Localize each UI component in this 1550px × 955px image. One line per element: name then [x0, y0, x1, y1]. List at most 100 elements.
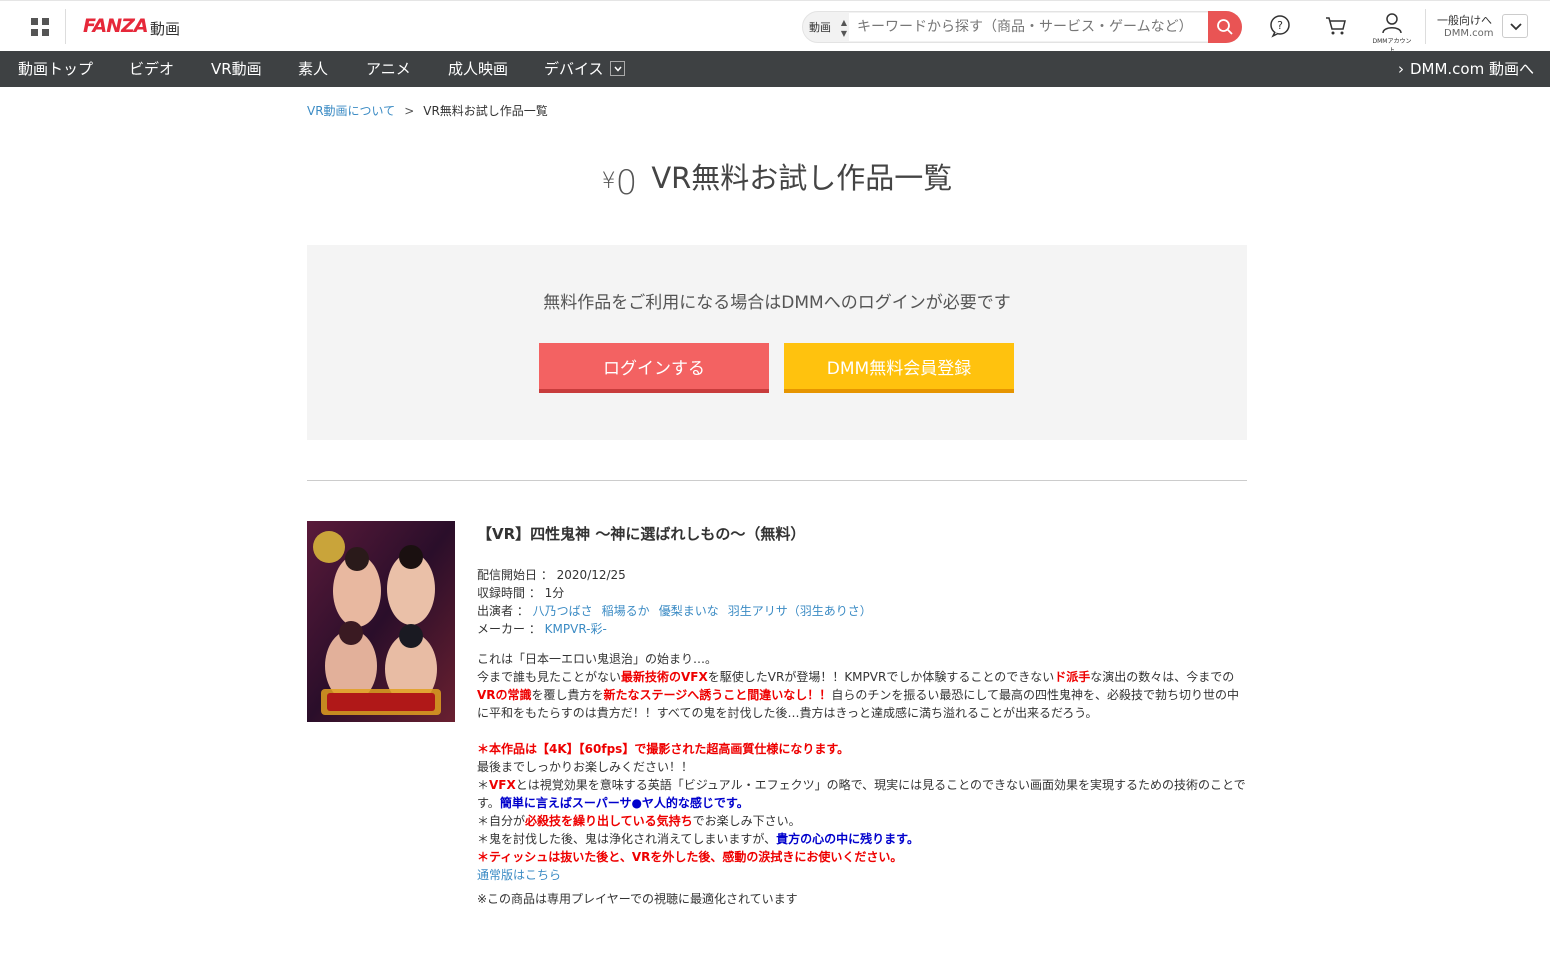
- description-line: ＊自分が必殺技を繰り出している気持ちでお楽しみ下さい。: [477, 812, 801, 829]
- release-date-label: 配信開始日 ：: [477, 568, 553, 582]
- nav-item-vr[interactable]: VR動画: [211, 51, 262, 87]
- nav-item-anime[interactable]: アニメ: [366, 51, 411, 87]
- desc-text: とは視覚効果を意味する英語「ビジュアル・エフェクツ」の略で、現実には見ることので…: [515, 778, 1246, 792]
- chevron-down-icon: [1510, 23, 1522, 31]
- site-header: FANZA 動画 動画 ▲▼ ? DMMアカウント 一般向けへ DMM.com: [0, 0, 1550, 54]
- release-date-row: 配信開始日 ： 2020/12/25: [477, 566, 626, 583]
- main-nav: 動画トップ ビデオ VR動画 素人 アニメ 成人映画 デバイス › DMM.com…: [0, 51, 1550, 87]
- desc-text: 自らのチンを振るい最恐にして最高の四性鬼神を、必殺技で勃ち切り世の中: [831, 688, 1239, 702]
- maker-link[interactable]: KMPVR-彩-: [545, 622, 607, 636]
- desc-text: 今まで誰も見たことがない: [477, 670, 622, 684]
- nav-item-devices[interactable]: デバイス: [544, 51, 625, 87]
- desc-bullet: ＊: [477, 742, 490, 756]
- description-line: に平和をもたらすのは貴方だ！！すべての鬼を討伐した後…貴方はきっと達成感に満ち溢…: [477, 706, 1098, 720]
- player-note: ※この商品は専用プレイヤーでの視聴に最適化されています: [477, 892, 798, 906]
- dmm-video-link-label: DMM.com 動画へ: [1409, 60, 1534, 78]
- login-required-panel: 無料作品をご利用になる場合はDMMへのログインが必要です ログインする DMM無…: [307, 245, 1247, 440]
- updown-arrows-icon: ▲ ▼: [840, 18, 847, 38]
- duration-row: 収録時間 ： 1分: [477, 584, 564, 601]
- search-category-select[interactable]: 動画 ▲ ▼: [809, 17, 849, 39]
- description-line: す。簡単に言えばスーパーサ●ヤ人的な感じです。: [477, 794, 749, 811]
- product-thumbnail[interactable]: [307, 521, 455, 722]
- maker-row: メーカー ： KMPVR-彩-: [477, 620, 616, 637]
- cast-label: 出演者 ：: [477, 604, 529, 618]
- cast-link[interactable]: 羽生アリサ（羽生ありさ）: [728, 604, 872, 618]
- zero-price: 0: [615, 163, 638, 203]
- desc-text: ＊自分が: [477, 814, 526, 828]
- description-line: VRの常識を覆し貴方を新たなステージへ誘うこと間違いなし！！自らのチンを振るい最…: [477, 686, 1239, 703]
- breadcrumb: VR動画について > VR無料お試し作品一覧: [307, 102, 548, 119]
- search-input[interactable]: [849, 13, 1209, 41]
- description-line: ＊VFXとは視覚効果を意味する英語「ビジュアル・エフェクツ」の略で、現実には見る…: [477, 776, 1246, 793]
- cart-icon[interactable]: [1324, 14, 1348, 38]
- desc-bullet: ＊: [477, 850, 490, 864]
- nav-item-adult-film[interactable]: 成人映画: [448, 51, 508, 87]
- region-site-label[interactable]: DMM.com: [1444, 28, 1494, 39]
- desc-highlight: ティッシュは抜いた後と、VRを外した後、感動の涙拭きにお使いください。: [489, 850, 903, 864]
- header-divider: [1425, 9, 1426, 44]
- breadcrumb-parent-link[interactable]: VR動画について: [307, 104, 395, 118]
- region-switch-label[interactable]: 一般向けへ: [1437, 12, 1492, 28]
- login-button[interactable]: ログインする: [539, 343, 769, 393]
- desc-highlight: 貴方の心の中に残ります。: [776, 832, 919, 846]
- apps-grid-icon[interactable]: [31, 18, 49, 36]
- cast-row: 出演者 ： 八乃つばさ 稲場るか 優梨まいな 羽生アリサ（羽生ありさ）: [477, 602, 881, 619]
- description-line: ＊鬼を討伐した後、鬼は浄化され消えてしまいますが、貴方の心の中に残ります。: [477, 830, 919, 847]
- yen-symbol: ¥: [601, 169, 616, 194]
- release-date-value: 2020/12/25: [556, 568, 626, 582]
- section-divider: [307, 480, 1247, 481]
- desc-text: を覆し貴方を: [531, 688, 604, 702]
- description-line: 最後までしっかりお楽しみください！！: [477, 760, 694, 774]
- cast-link[interactable]: 稲場るか: [602, 604, 650, 618]
- desc-highlight: VRの常識: [477, 688, 532, 702]
- breadcrumb-current: VR無料お試し作品一覧: [423, 104, 548, 118]
- cast-link[interactable]: 八乃つばさ: [533, 604, 593, 618]
- register-button[interactable]: DMM無料会員登録: [784, 343, 1014, 393]
- desc-text: を駆使したVRが登場！！KMPVRでしか体験することのできない: [707, 670, 1055, 684]
- header-divider: [65, 9, 66, 44]
- desc-highlight: 簡単に言えばスーパーサ●ヤ人的な感じです。: [499, 796, 749, 810]
- help-chat-icon[interactable]: ?: [1268, 14, 1292, 38]
- search-icon: [1217, 19, 1233, 35]
- desc-bullet: ＊: [477, 778, 490, 792]
- page-heading: ¥0 VR無料お試し作品一覧: [307, 155, 1247, 203]
- svg-text:?: ?: [1277, 19, 1283, 32]
- nav-item-devices-label: デバイス: [544, 60, 604, 78]
- account-icon[interactable]: [1380, 11, 1404, 35]
- desc-text: ＊鬼を討伐した後、鬼は浄化され消えてしまいますが、: [477, 832, 777, 846]
- desc-highlight: VFX: [489, 778, 516, 792]
- search-bar: 動画 ▲ ▼: [802, 11, 1242, 43]
- fanza-logo[interactable]: FANZA: [83, 15, 149, 37]
- desc-highlight: ド派手: [1054, 670, 1091, 684]
- dmm-video-link[interactable]: › DMM.com 動画へ: [1398, 51, 1534, 87]
- desc-highlight: 最新技術のVFX: [621, 670, 708, 684]
- regular-version-link[interactable]: 通常版はこちら: [477, 866, 561, 883]
- description-line: ＊ティッシュは抜いた後と、VRを外した後、感動の涙拭きにお使いください。: [477, 848, 902, 865]
- login-required-message: 無料作品をご利用になる場合はDMMへのログインが必要です: [543, 293, 1011, 313]
- cast-link[interactable]: 優梨まいな: [659, 604, 719, 618]
- region-dropdown-button[interactable]: [1502, 14, 1528, 38]
- nav-item-video[interactable]: ビデオ: [129, 51, 174, 87]
- search-button[interactable]: [1208, 11, 1242, 43]
- desc-highlight: 新たなステージへ誘うこと間違いなし！！: [603, 688, 832, 702]
- chevron-right-icon: ›: [1397, 60, 1404, 78]
- desc-highlight: 本作品は【4K】【60fps】で撮影された超高画質仕様になります。: [489, 742, 850, 756]
- chevron-down-icon: [609, 61, 625, 76]
- nav-item-amateur[interactable]: 素人: [298, 51, 328, 87]
- duration-value: 1分: [544, 586, 565, 600]
- desc-text: す。: [477, 796, 500, 810]
- desc-text: な演出の数々は、今までの: [1090, 670, 1235, 684]
- nav-item-video-top[interactable]: 動画トップ: [18, 51, 93, 87]
- duration-label: 収録時間 ：: [477, 586, 541, 600]
- desc-text: でお楽しみ下さい。: [692, 814, 801, 828]
- page-title: VR無料お試し作品一覧: [651, 161, 953, 195]
- desc-highlight: 必殺技を繰り出している気持ち: [525, 814, 693, 828]
- breadcrumb-separator: >: [404, 104, 415, 118]
- maker-label: メーカー ：: [477, 622, 541, 636]
- description-line: これは「日本一エロい鬼退治」の始まり…。: [477, 652, 718, 666]
- search-category-label: 動画: [809, 21, 831, 34]
- description-line: 今まで誰も見たことがない最新技術のVFXを駆使したVRが登場！！KMPVRでしか…: [477, 668, 1234, 685]
- description-line: ＊本作品は【4K】【60fps】で撮影された超高画質仕様になります。: [477, 740, 849, 757]
- logo-subtitle[interactable]: 動画: [150, 18, 180, 39]
- product-title[interactable]: 【VR】四性鬼神 ～神に選ばれしもの～（無料）: [477, 523, 805, 544]
